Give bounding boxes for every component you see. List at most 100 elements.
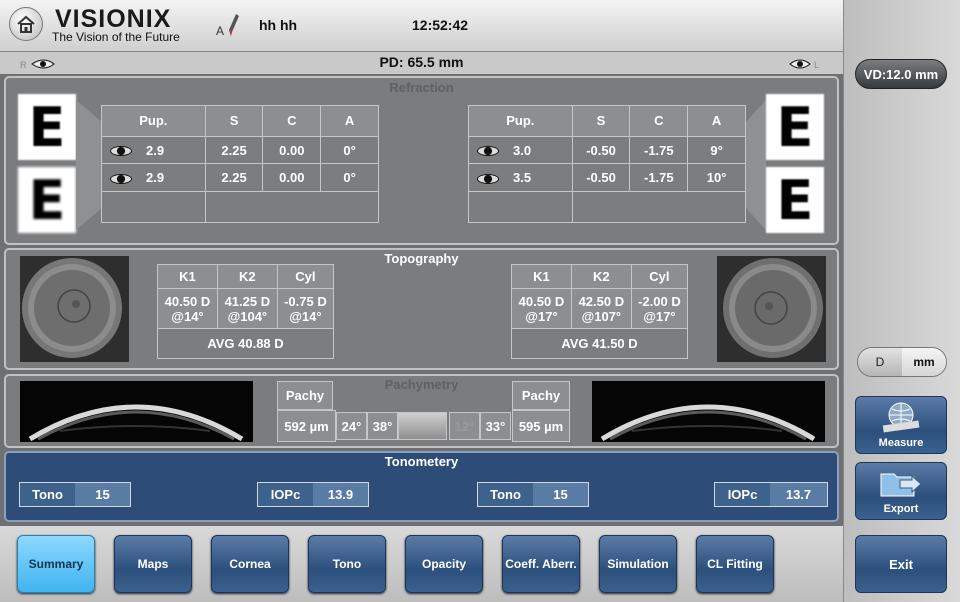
col-pup: Pup. — [101, 105, 206, 137]
c-value: -1.75 — [629, 163, 689, 193]
ruler-globe-icon — [882, 402, 920, 433]
tonometry-title: Tonometery — [384, 454, 459, 469]
a-value: 10° — [687, 163, 746, 193]
k2-axis: @104° — [227, 308, 268, 324]
k2-value: 42.50 D — [578, 293, 625, 309]
tab-maps[interactable]: Maps — [114, 535, 192, 593]
pup-value: 2.9 — [146, 142, 165, 158]
home-button[interactable] — [9, 7, 43, 41]
col-k1: K1 — [157, 264, 218, 289]
right-keratometry-table: K1 K2 Cyl 40.50 D @14° 41.25 D @104° -0.75 D… — [157, 264, 335, 359]
eye-icon — [110, 173, 132, 184]
brand-tagline: The Vision of the Future — [52, 30, 180, 44]
c-value: 0.00 — [262, 135, 322, 165]
folder-export-icon — [880, 473, 922, 497]
left-keratometry-table: K1 K2 Cyl 40.50 D @17° 42.50 D @107° -2.00 D… — [511, 264, 689, 359]
col-a: A — [687, 105, 746, 137]
left-pachy-header: Pachy — [512, 381, 570, 410]
export-button[interactable]: Export — [855, 462, 947, 520]
pup-value: 3.0 — [513, 142, 532, 158]
measure-label: Measure — [878, 437, 924, 449]
topography-title: Topography — [384, 251, 459, 266]
tono-label: Tono — [20, 483, 75, 506]
pup-value: 3.5 — [513, 170, 532, 186]
angle-value: 33° — [480, 412, 511, 440]
tab-tono[interactable]: Tono — [308, 535, 386, 593]
right-iopc-box: IOPc 13.9 — [257, 482, 369, 507]
tono-label: Tono — [478, 483, 533, 506]
iopc-value: 13.7 — [770, 483, 827, 506]
chart-projection-left — [746, 100, 766, 230]
home-icon — [17, 15, 35, 33]
pen-icon — [229, 14, 239, 36]
left-scheimpflug-image — [592, 381, 825, 442]
right-pachy-value: 592 µm — [277, 410, 336, 442]
c-value: -1.75 — [629, 135, 689, 165]
s-value: 2.25 — [204, 135, 264, 165]
angle-value: 12° — [449, 412, 480, 440]
table-row: 40.50 D @14° 41.25 D @104° -0.75 D @14° — [157, 288, 335, 329]
k2-value: 41.25 D — [224, 293, 271, 309]
s-value: 2.25 — [204, 163, 264, 193]
col-cyl: Cyl — [276, 264, 335, 289]
col-c: C — [629, 105, 689, 137]
topography-panel: Topography — [4, 248, 839, 370]
k1-axis: @14° — [171, 308, 204, 324]
refraction-title: Refraction — [389, 80, 454, 95]
left-eye-icon: L — [789, 59, 819, 70]
s-value: -0.50 — [571, 163, 631, 193]
left-pachy-value: 595 µm — [512, 410, 570, 442]
iopc-value: 13.9 — [313, 483, 368, 506]
chart-projection-right — [76, 100, 102, 230]
cyl-axis: @17° — [643, 308, 676, 324]
vd-button[interactable]: VD:12.0 mm — [855, 59, 947, 89]
left-chart-far: E — [766, 94, 824, 160]
left-chart-near: E — [766, 167, 824, 233]
tab-summary[interactable]: Summary — [17, 535, 95, 593]
tab-cl-fitting[interactable]: CL Fitting — [696, 535, 774, 593]
exit-button[interactable]: Exit — [855, 535, 947, 593]
angle-slider-handle[interactable] — [398, 412, 447, 440]
tab-coeff-aberr[interactable]: Coeff. Aberr. — [502, 535, 580, 593]
eye-icon — [110, 146, 132, 157]
right-topography-image — [20, 256, 129, 362]
table-row — [468, 191, 747, 223]
user-initial: A — [216, 24, 225, 38]
cyl-axis: @14° — [289, 308, 322, 324]
col-pup: Pup. — [468, 105, 573, 137]
col-cyl: Cyl — [630, 264, 689, 289]
unit-mm-option[interactable]: mm — [902, 348, 946, 376]
angle-value: 38° — [367, 412, 398, 440]
angle-value: 24° — [336, 412, 367, 440]
cyl-value: -0.75 D — [284, 293, 327, 309]
a-value: 9° — [687, 135, 746, 165]
iopc-label: IOPc — [258, 483, 313, 506]
s-value: -0.50 — [571, 135, 631, 165]
table-row: 40.50 D @17° 42.50 D @107° -2.00 D @17° — [511, 288, 689, 329]
avg-k: AVG 41.50 D — [511, 328, 688, 359]
measure-button[interactable]: Measure — [855, 396, 947, 454]
k1-axis: @17° — [525, 308, 558, 324]
unit-d-option[interactable]: D — [858, 348, 902, 376]
avg-k: AVG 40.88 D — [157, 328, 334, 359]
right-scheimpflug-image — [20, 381, 253, 442]
vd-label: VD:12.0 mm — [863, 66, 939, 82]
right-refraction-table: Pup. S C A 2.9 2.25 0.00 0° 2.9 2.25 0.00 0° — [101, 105, 380, 223]
col-s: S — [571, 105, 631, 137]
table-row: 2.9 2.25 0.00 0° — [101, 135, 379, 165]
tab-opacity[interactable]: Opacity — [405, 535, 483, 593]
k2-axis: @107° — [581, 308, 622, 324]
k1-value: 40.50 D — [164, 293, 211, 309]
header-bar: VISIONIX The Vision of the Future A hh h… — [0, 0, 843, 52]
tab-simulation[interactable]: Simulation — [599, 535, 677, 593]
exit-label: Exit — [889, 556, 913, 572]
tab-cornea[interactable]: Cornea — [211, 535, 289, 593]
pup-value: 2.9 — [146, 170, 165, 186]
table-row: 2.9 2.25 0.00 0° — [101, 163, 379, 193]
right-pachy-header: Pachy — [277, 381, 333, 410]
col-k2: K2 — [216, 264, 278, 289]
eye-icon — [477, 173, 499, 184]
iopc-label: IOPc — [715, 483, 771, 506]
unit-toggle[interactable]: D mm — [857, 347, 947, 377]
a-value: 0° — [320, 135, 379, 165]
